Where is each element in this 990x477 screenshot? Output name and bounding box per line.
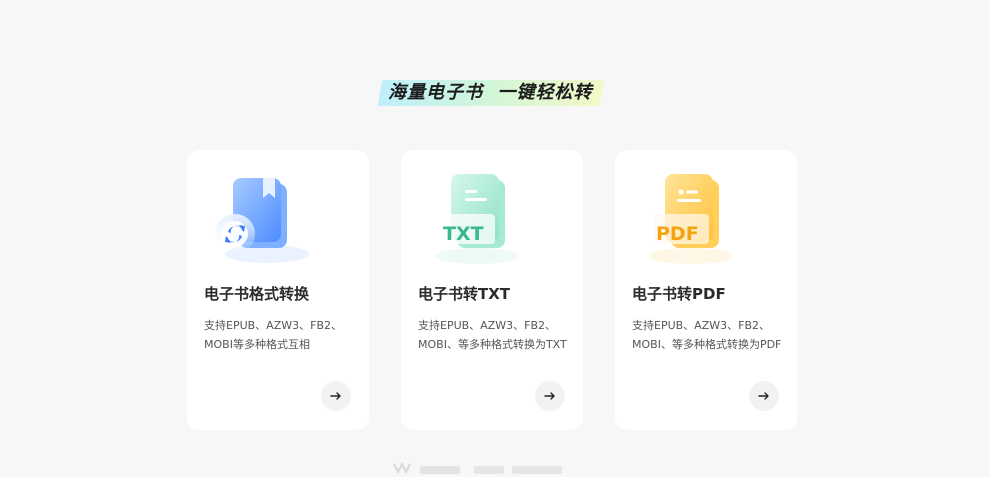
svg-text:PDF: PDF	[656, 223, 699, 245]
card-description: 支持EPUB、AZW3、FB2、MOBI、等多种格式转换为TXT	[418, 319, 567, 351]
card-title: 电子书转PDF	[632, 285, 726, 303]
card-ebook-format-convert[interactable]: 电子书格式转换 支持EPUB、AZW3、FB2、MOBI等多种格式互相	[187, 150, 369, 430]
card-description: 支持EPUB、AZW3、FB2、MOBI等多种格式互相	[204, 319, 342, 351]
arrow-right-icon	[544, 392, 555, 400]
card-title: 电子书格式转换	[204, 285, 310, 303]
svg-text:TXT: TXT	[443, 223, 484, 245]
card-description: 支持EPUB、AZW3、FB2、MOBI、等多种格式转换为PDF	[632, 319, 782, 351]
txt-file-icon: TXT	[419, 164, 529, 274]
arrow-right-icon	[330, 392, 341, 400]
footer-watermark-logo	[392, 461, 582, 475]
ebook-convert-icon	[205, 164, 315, 274]
card-title: 电子书转TXT	[418, 285, 511, 303]
card-ebook-to-pdf[interactable]: PDF 电子书转PDF 支持EPUB、AZW3、FB2、MOBI、等多种格式转换…	[615, 150, 797, 430]
arrow-right-icon	[758, 392, 769, 400]
open-button[interactable]	[321, 381, 351, 411]
pdf-file-icon: PDF	[633, 164, 743, 274]
banner-title: 海量电子书 一键轻松转	[388, 82, 593, 103]
open-button[interactable]	[535, 381, 565, 411]
open-button[interactable]	[749, 381, 779, 411]
card-ebook-to-txt[interactable]: TXT 电子书转TXT 支持EPUB、AZW3、FB2、MOBI、等多种格式转换…	[401, 150, 583, 430]
